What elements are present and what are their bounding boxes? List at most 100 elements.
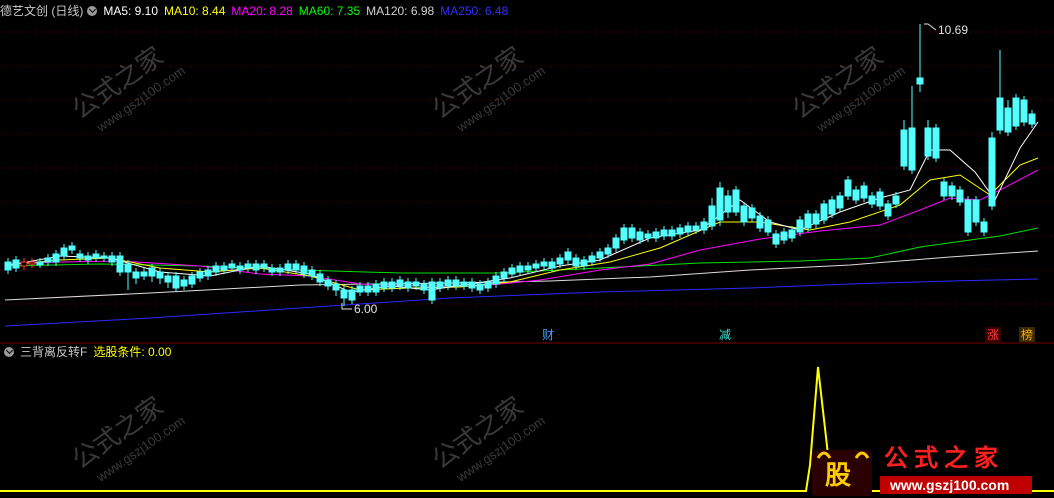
candle	[164, 272, 172, 288]
event-marker-limit-up[interactable]: 涨	[987, 327, 999, 342]
candle	[740, 202, 748, 226]
candle	[820, 200, 828, 224]
candle	[60, 244, 68, 260]
candle	[724, 190, 732, 218]
candle	[684, 222, 692, 236]
candle	[924, 120, 932, 160]
candle	[516, 262, 524, 276]
candle	[540, 258, 548, 270]
candle	[380, 278, 388, 292]
kline-chart[interactable]: 公式之家www.gszj100.com 公式之家www.gszj100.com 公式…	[0, 0, 1054, 498]
candle	[668, 226, 676, 240]
high-price-label: 10.69	[938, 23, 968, 37]
candle	[932, 124, 940, 162]
candle	[996, 50, 1004, 134]
candle	[676, 224, 684, 238]
candle	[652, 228, 660, 242]
candle	[20, 258, 28, 270]
candle	[900, 120, 908, 170]
candle	[836, 192, 844, 212]
candle	[100, 252, 108, 262]
candle	[1012, 94, 1020, 130]
candle	[588, 252, 596, 266]
candle	[1020, 96, 1028, 126]
candle	[732, 186, 740, 216]
candle	[52, 250, 60, 266]
candle	[1028, 110, 1036, 128]
candle	[916, 24, 924, 92]
event-marker-ranking[interactable]: 榜	[1021, 327, 1033, 342]
candle	[132, 268, 140, 284]
candle	[316, 270, 324, 286]
candle	[580, 256, 588, 270]
candle	[700, 218, 708, 234]
candle	[124, 260, 132, 290]
candle	[28, 258, 36, 268]
candle	[68, 242, 76, 254]
candle	[308, 266, 316, 280]
candle	[868, 192, 876, 208]
low-price-label: 6.00	[354, 302, 378, 316]
candle	[852, 186, 860, 204]
candle	[660, 226, 668, 240]
candle	[508, 264, 516, 278]
candle	[204, 266, 212, 280]
candle	[780, 228, 788, 244]
candle	[372, 280, 380, 296]
candle	[76, 250, 84, 262]
high-annotation: 10.69	[924, 23, 968, 37]
candle	[428, 278, 436, 304]
watermark-layer: 公式之家www.gszj100.com 公式之家www.gszj100.com 公式…	[67, 41, 908, 485]
watermark-tile: 公式之家www.gszj100.com	[67, 391, 188, 485]
candle	[708, 198, 716, 230]
candle	[876, 188, 884, 210]
event-marker-reduce[interactable]: 减	[719, 328, 731, 342]
candle	[436, 278, 444, 292]
candle	[236, 262, 244, 274]
brand-name: 公式之家	[884, 443, 1004, 472]
candle	[460, 278, 468, 290]
candle	[972, 196, 980, 226]
watermark-tile: 公式之家www.gszj100.com	[427, 41, 548, 135]
svg-text:股: 股	[825, 461, 851, 491]
watermark-tile: 公式之家www.gszj100.com	[427, 391, 548, 485]
event-marker-finance[interactable]: 财	[542, 328, 554, 342]
candle	[964, 196, 972, 236]
candle	[716, 182, 724, 226]
candle	[492, 272, 500, 288]
candle	[1004, 100, 1012, 136]
brand-logo: 股 公式之家 www.gszj100.com	[812, 443, 1032, 496]
candle	[156, 268, 164, 284]
candle	[988, 132, 996, 210]
candle	[468, 278, 476, 292]
candle	[388, 278, 396, 292]
candle	[940, 178, 948, 200]
candle	[452, 276, 460, 290]
candle	[172, 272, 180, 292]
low-annotation: 6.00	[341, 302, 378, 316]
candle	[4, 258, 12, 274]
candle	[628, 224, 636, 242]
candle	[12, 256, 20, 272]
candle	[812, 210, 820, 228]
candle	[756, 212, 764, 232]
candle	[196, 268, 204, 282]
candle	[484, 278, 492, 292]
candle	[564, 248, 572, 264]
candle	[884, 200, 892, 220]
candle	[84, 252, 92, 264]
candle	[420, 280, 428, 294]
candle	[844, 176, 852, 200]
candle	[532, 260, 540, 272]
candle	[180, 276, 188, 290]
candle	[44, 254, 52, 266]
candle	[772, 230, 780, 248]
candle	[620, 224, 628, 244]
candle	[980, 218, 988, 236]
candle	[948, 182, 956, 200]
ma250-line	[4, 278, 1039, 327]
brand-url: www.gszj100.com	[889, 477, 1009, 493]
watermark-tile: 公式之家www.gszj100.com	[67, 41, 188, 135]
candle	[116, 252, 124, 276]
candle	[612, 234, 620, 252]
